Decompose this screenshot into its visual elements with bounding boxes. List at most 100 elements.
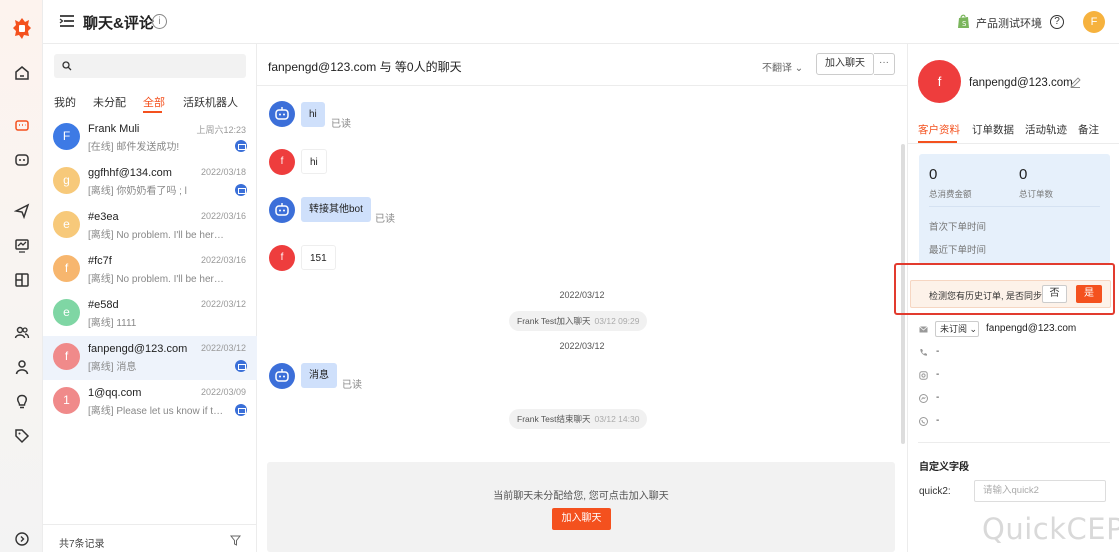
send-icon[interactable] [13,202,31,220]
bot-icon[interactable] [13,150,31,168]
conversation-avatar: f [53,343,80,370]
collapse-icon[interactable] [13,530,31,548]
bot-avatar [269,101,295,127]
translate-label: 不翻译 [762,63,792,74]
conversation-avatar: e [53,211,80,238]
total-spend-label: 总消费金额 [929,189,972,199]
user-avatar[interactable]: F [1083,11,1105,33]
subscription-email: fanpengd@123.com [986,323,1077,334]
environment-label[interactable]: 产品测试环境 [976,15,1042,31]
conversation-date: 2022/03/12 [200,343,246,353]
conversation-avatar: 1 [53,387,80,414]
mail-icon [235,140,247,152]
read-status: 已读 [331,119,351,130]
phone-row: - [919,345,1119,361]
conversation-date: 2022/03/16 [200,211,246,221]
chat-header: fanpengd@123.com 与 等0人的聊天 不翻译 ⌄ 加入聊天 ··· [257,44,907,86]
sync-notice-text: 检测您有历史订单, 是否同步 [929,291,1043,301]
help-icon[interactable]: ? [1050,15,1064,29]
filter-icon[interactable] [230,535,241,546]
conversation-preview: [离线] Please let us know if there is anyt… [88,406,228,417]
search-input[interactable] [54,54,246,78]
conversation-date: 2022/03/18 [200,167,246,177]
conversation-preview: [在线] 邮件发送成功! [88,142,180,153]
tab-customer-profile[interactable]: 客户资料 [918,122,960,137]
active-tab-underline [143,111,162,113]
tab-mine[interactable]: 我的 [54,94,76,110]
app-logo[interactable] [11,16,33,40]
conversation-name: 1@qq.com [88,387,142,399]
info-icon[interactable]: i [152,14,167,29]
unassigned-notice: 当前聊天未分配给您, 您可点击加入聊天 加入聊天 [267,462,895,552]
tab-activity[interactable]: 活动轨迹 [1025,122,1067,137]
search-icon [62,61,72,71]
lightbulb-icon[interactable] [13,393,31,411]
customer-email: fanpengd@123.com [969,77,1073,89]
order-summary-card: 0 总消费金额 0 总订单数 首次下单时间 最近下单时间 [919,154,1110,264]
join-chat-cta-button[interactable]: 加入聊天 [552,508,611,530]
edit-icon[interactable] [1070,77,1081,88]
group-icon[interactable] [13,323,31,341]
robot-icon [275,203,289,216]
more-button[interactable]: ··· [874,53,895,75]
system-message-text: Frank Test加入聊天 [517,316,591,326]
system-message-time: 03/12 09:29 [594,316,640,326]
system-message: Frank Test结束聊天 03/12 14:30 [509,409,648,429]
date-divider: 2022/03/12 [559,290,605,300]
sync-yes-button[interactable]: 是 [1076,285,1102,303]
subscription-select[interactable]: 未订阅 ⌄ [935,321,979,337]
layout-icon[interactable] [13,271,31,289]
whatsapp-value: - [936,415,940,426]
conversation-item[interactable]: 1 1@qq.com 2022/03/09 [离线] Please let us kn… [43,380,257,424]
chat-icon[interactable] [13,117,31,135]
tab-order-data[interactable]: 订单数据 [972,122,1014,137]
conversation-item[interactable]: e #e3ea 2022/03/16 [离线] No problem. I'll be… [43,204,257,248]
conversation-preview: [离线] No problem. I'll be here in case yo… [88,274,228,285]
menu-icon[interactable] [59,14,75,28]
section-divider [918,442,1110,443]
whatsapp-icon [919,417,928,426]
quick2-input[interactable]: 请输入quick2 [974,480,1106,502]
unassigned-text: 当前聊天未分配给您, 您可点击加入聊天 [493,491,669,502]
tab-active-bots[interactable]: 活跃机器人 [183,94,238,110]
conversation-item[interactable]: F Frank Muli 上周六12:23 [在线] 邮件发送成功! [43,116,257,160]
conversation-item[interactable]: f fanpengd@123.com 2022/03/12 [离线] 消息 [43,336,257,380]
svg-text:S: S [962,20,967,28]
tab-notes[interactable]: 备注 [1078,122,1099,137]
conversation-name: #e58d [88,299,119,311]
user-icon[interactable] [13,358,31,376]
message-bubble: 转接其他bot [301,197,371,222]
mail-icon [235,360,247,372]
mail-icon [919,326,928,333]
user-avatar-small: f [269,245,295,271]
custom-fields-title: 自定义字段 [919,462,969,473]
home-icon[interactable] [13,64,31,82]
translate-dropdown[interactable]: 不翻译 ⌄ [762,59,803,74]
shopify-icon: S [958,14,969,28]
monitor-icon[interactable] [13,237,31,255]
tag-icon[interactable] [13,427,31,445]
sync-no-button[interactable]: 否 [1042,285,1067,303]
total-orders-value: 0 [1019,166,1028,183]
list-footer: 共7条记录 [43,524,257,552]
conversation-item[interactable]: f #fc7f 2022/03/16 [离线] No problem. I'll be… [43,248,257,292]
conversation-avatar: f [53,255,80,282]
tab-unassigned[interactable]: 未分配 [93,94,126,110]
conversation-name: fanpengd@123.com [88,343,188,355]
message-bubble: 消息 [301,363,337,388]
conversation-item[interactable]: e #e58d 2022/03/12 [离线] 1111 [43,292,257,336]
conversation-preview: [离线] 你奶奶看了吗 ; l [88,186,187,197]
conversation-item[interactable]: g ggfhhf@134.com 2022/03/18 [离线] 你奶奶看了吗 ; l [43,160,257,204]
conversation-preview: [离线] 1111 [88,318,137,329]
whatsapp-row: - [919,414,1119,430]
conversation-date: 上周六12:23 [196,125,246,135]
record-count: 共7条记录 [59,539,105,550]
messenger-value: - [936,392,940,403]
join-chat-button[interactable]: 加入聊天 [816,53,874,75]
robot-icon [275,107,289,120]
conversation-avatar: F [53,123,80,150]
conversation-avatar: g [53,167,80,194]
tab-all[interactable]: 全部 [143,94,165,110]
phone-value: - [936,346,940,357]
conversation-preview: [离线] 消息 [88,362,137,373]
